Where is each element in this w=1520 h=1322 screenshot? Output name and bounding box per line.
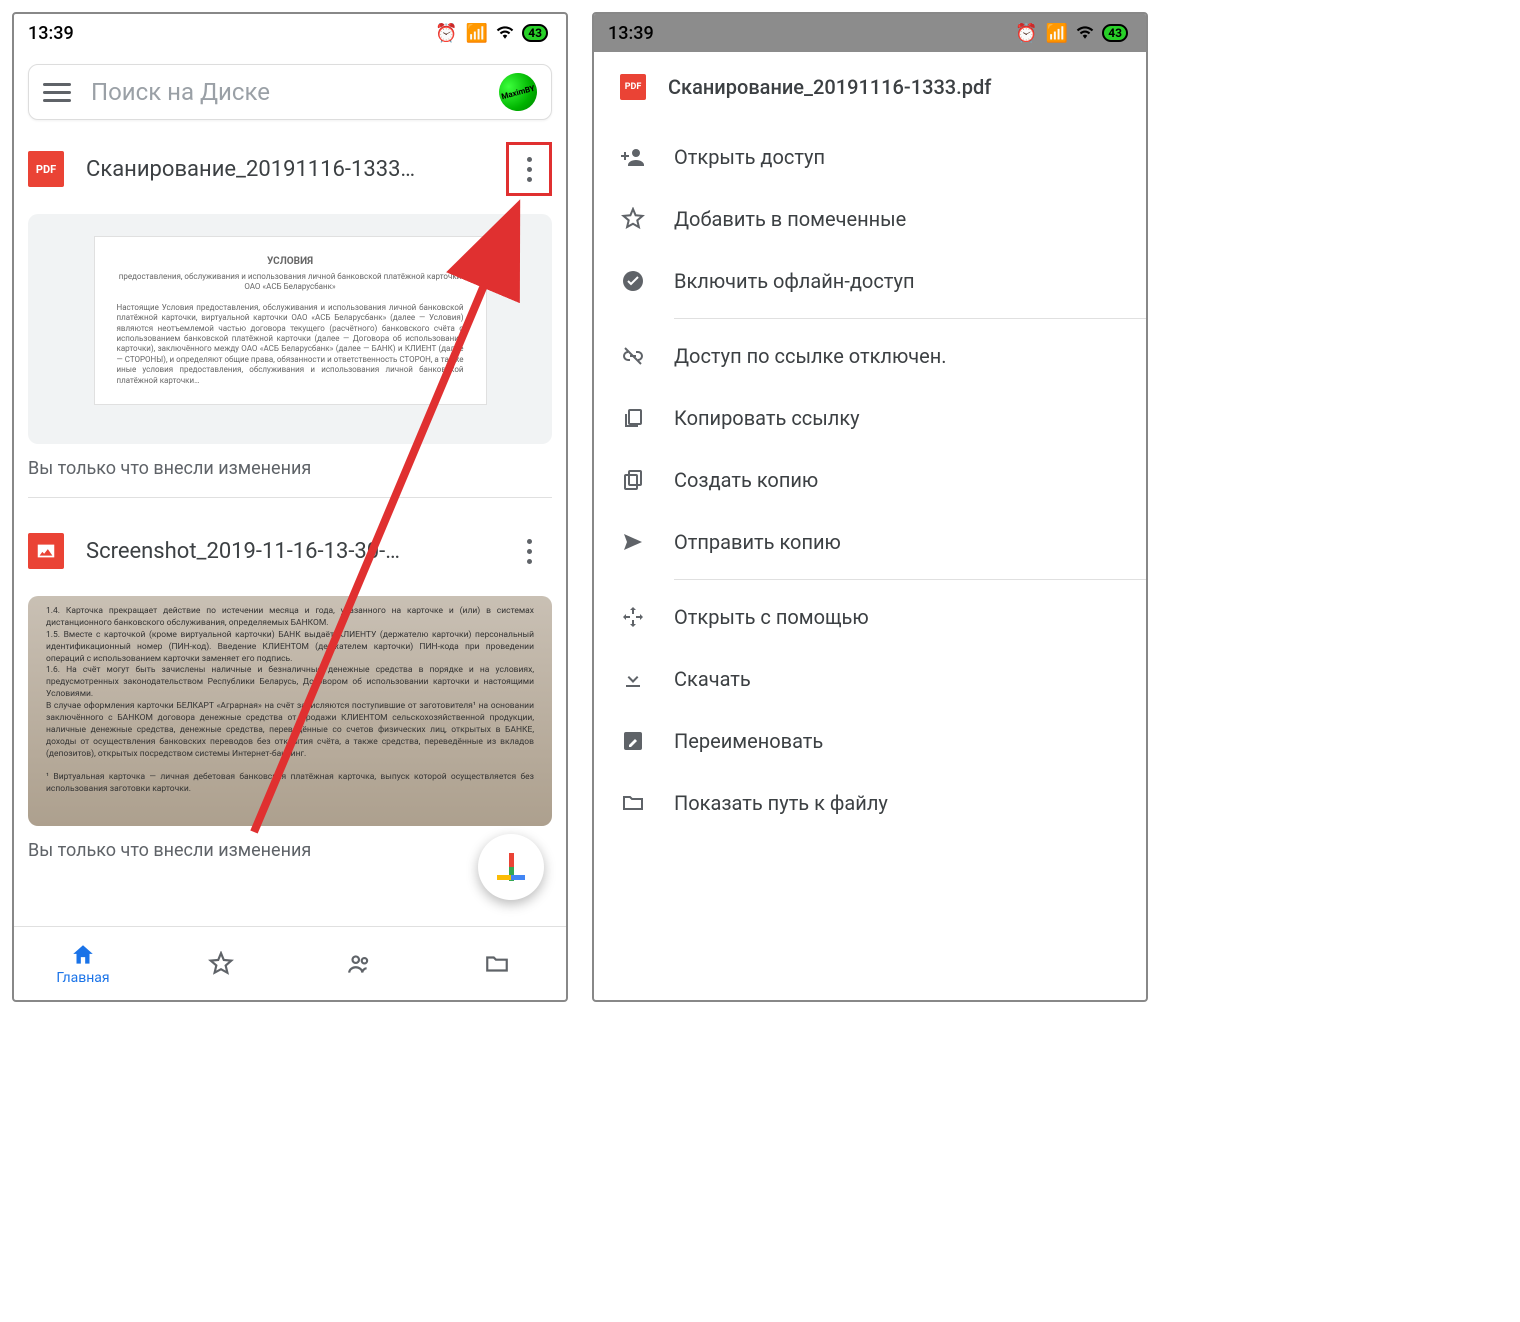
menu-list: Открыть доступ Добавить в помеченные Вкл…	[594, 120, 1146, 840]
menu-copy-link[interactable]: Копировать ссылку	[594, 387, 1146, 449]
file-preview[interactable]: УСЛОВИЯ предоставления, обслуживания и и…	[28, 214, 552, 444]
clock: 13:39	[608, 23, 654, 44]
star-outline-icon	[620, 206, 646, 232]
file-caption: Вы только что внесли изменения	[28, 458, 552, 479]
wifi-icon	[1076, 23, 1094, 44]
send-icon	[620, 529, 646, 555]
file-preview[interactable]: 1.4. Карточка прекращает действие по ист…	[28, 596, 552, 826]
menu-make-copy[interactable]: Создать копию	[594, 449, 1146, 511]
pdf-icon: PDF	[620, 74, 646, 100]
home-icon	[70, 942, 96, 968]
wifi-icon	[496, 23, 514, 44]
nav-home[interactable]: Главная	[14, 942, 152, 986]
status-icons: ⏰ 📶 43	[435, 23, 548, 44]
plus-icon	[497, 853, 525, 881]
status-bar: 13:39 ⏰ 📶 43	[594, 14, 1146, 52]
people-icon	[346, 951, 372, 977]
menu-file-title: Сканирование_20191116-1333.pdf	[668, 75, 991, 99]
file-item[interactable]: Screenshot_2019-11-16-13-30-… 1.4. Карто…	[14, 508, 566, 871]
file-context-menu-screen: 13:39 ⏰ 📶 43 PDF Сканирование_20191116-1…	[592, 12, 1148, 1002]
file-title: Сканирование_20191116-1333…	[86, 157, 484, 182]
menu-link-off[interactable]: Доступ по ссылке отключен.	[594, 325, 1146, 387]
battery-icon: 43	[522, 24, 548, 42]
nav-shared[interactable]	[290, 951, 428, 977]
folder-outline-icon	[620, 790, 646, 816]
folder-icon	[484, 951, 510, 977]
copy-link-icon	[620, 405, 646, 431]
file-caption: Вы только что внесли изменения	[28, 840, 552, 861]
image-icon	[28, 533, 64, 569]
file-item[interactable]: PDF Сканирование_20191116-1333… УСЛОВИЯ …	[14, 126, 566, 508]
clock: 13:39	[28, 23, 74, 44]
menu-rename[interactable]: Переименовать	[594, 710, 1146, 772]
menu-open-with[interactable]: Открыть с помощью	[594, 586, 1146, 648]
alarm-icon: ⏰	[1015, 23, 1037, 44]
drive-main-screen: 13:39 ⏰ 📶 43 Поиск на Диске MaximBY PDF …	[12, 12, 568, 1002]
menu-offline[interactable]: Включить офлайн-доступ	[594, 250, 1146, 312]
pdf-icon: PDF	[28, 151, 64, 187]
status-bar: 13:39 ⏰ 📶 43	[14, 14, 566, 52]
menu-star[interactable]: Добавить в помеченные	[594, 188, 1146, 250]
avatar[interactable]: MaximBY	[495, 69, 542, 116]
star-icon	[208, 951, 234, 977]
copy-icon	[620, 467, 646, 493]
search-input[interactable]: Поиск на Диске	[91, 78, 479, 106]
check-circle-icon	[620, 268, 646, 294]
more-options-button[interactable]	[506, 142, 552, 196]
menu-download[interactable]: Скачать	[594, 648, 1146, 710]
status-icons: ⏰ 📶 43	[1015, 23, 1128, 44]
bottom-nav: Главная	[14, 926, 566, 1000]
menu-share[interactable]: Открыть доступ	[594, 126, 1146, 188]
menu-send-copy[interactable]: Отправить копию	[594, 511, 1146, 573]
add-button[interactable]	[478, 834, 544, 900]
link-off-icon	[620, 343, 646, 369]
signal-icon: 📶	[1046, 23, 1068, 44]
file-title: Screenshot_2019-11-16-13-30-…	[86, 539, 484, 564]
person-add-icon	[620, 144, 646, 170]
open-with-icon	[620, 604, 646, 630]
battery-icon: 43	[1102, 24, 1128, 42]
alarm-icon: ⏰	[435, 23, 457, 44]
more-options-button[interactable]	[506, 524, 552, 578]
nav-starred[interactable]	[152, 951, 290, 977]
edit-icon	[620, 728, 646, 754]
signal-icon: 📶	[466, 23, 488, 44]
download-icon	[620, 666, 646, 692]
menu-header: PDF Сканирование_20191116-1333.pdf	[594, 52, 1146, 120]
menu-show-path[interactable]: Показать путь к файлу	[594, 772, 1146, 834]
nav-files[interactable]	[428, 951, 566, 977]
menu-icon[interactable]	[43, 83, 71, 102]
search-bar[interactable]: Поиск на Диске MaximBY	[28, 64, 552, 120]
